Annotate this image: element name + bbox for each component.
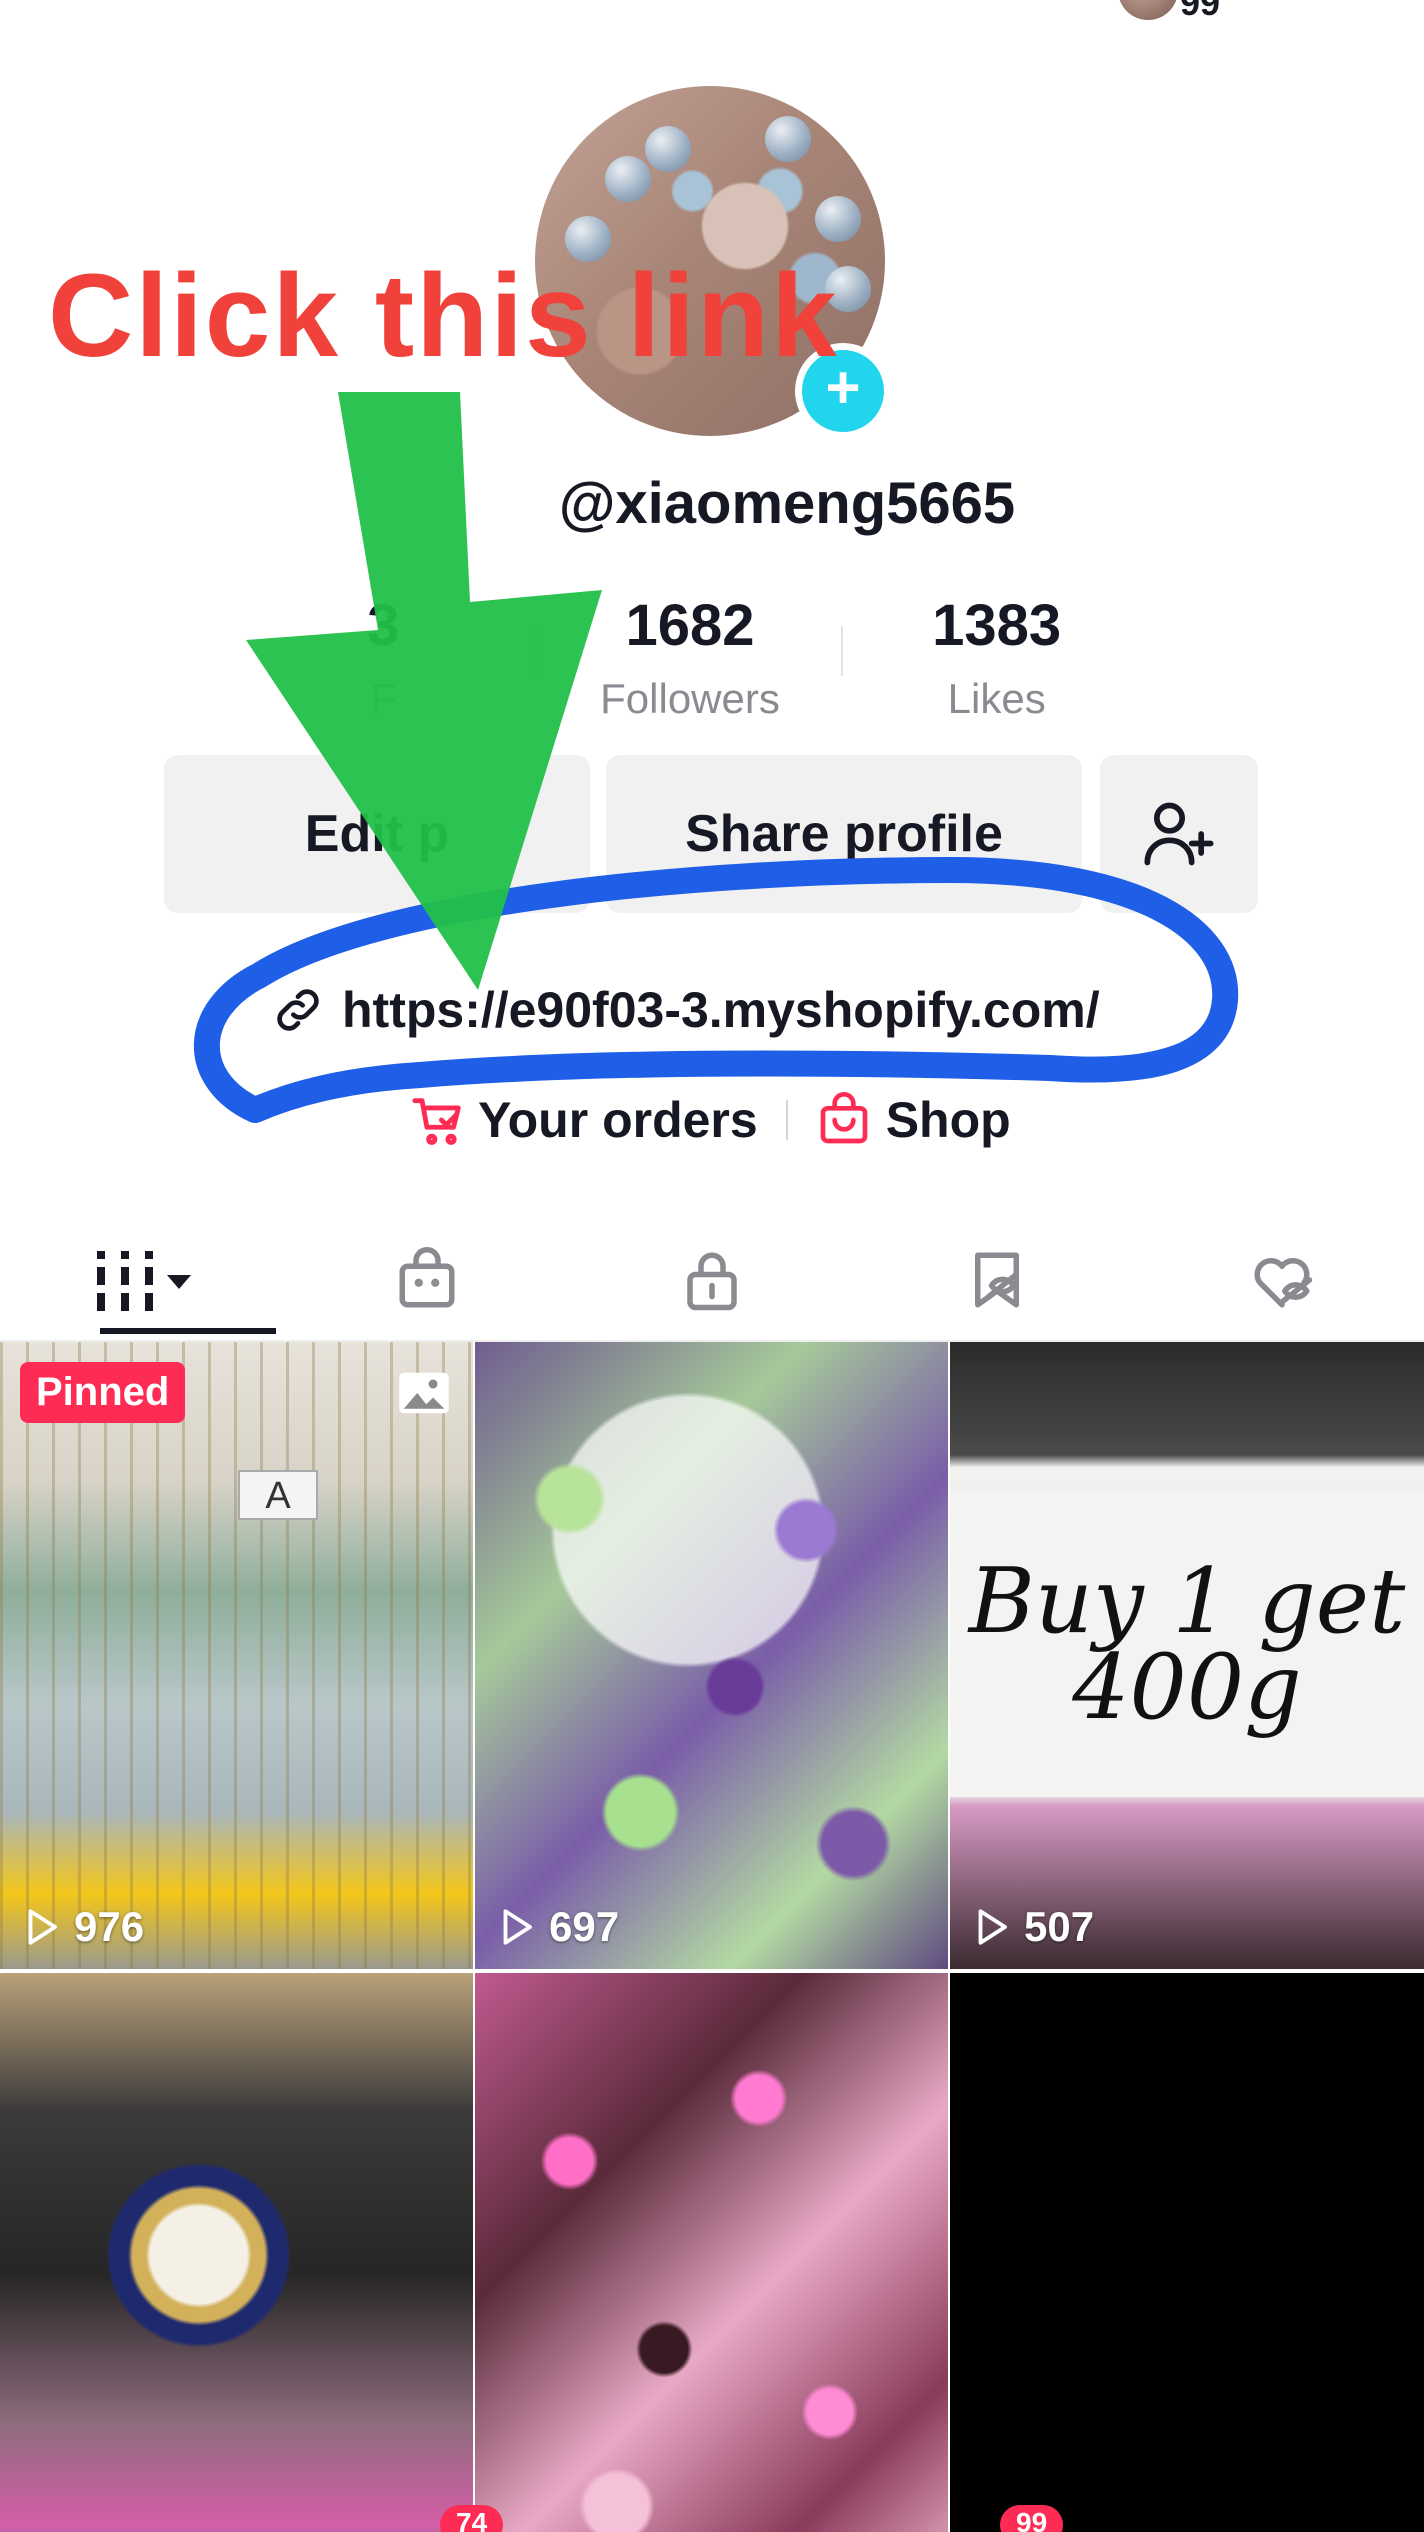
tab-saved[interactable] <box>854 1220 1139 1340</box>
profile-link[interactable]: https://e90f03-3.myshopify.com/ <box>270 975 1100 1045</box>
profile-stats: 3 F 1682 Followers 1383 Likes <box>230 592 1150 732</box>
active-tab-indicator <box>100 1328 276 1334</box>
play-icon <box>503 1909 532 1945</box>
view-count: 697 <box>495 1903 619 1951</box>
pinned-badge: Pinned <box>20 1362 186 1423</box>
shop-link[interactable]: Shop <box>816 1091 1011 1149</box>
link-icon <box>277 989 319 1031</box>
username: @xiaomeng5665 <box>558 471 1016 536</box>
video-thumbnail[interactable] <box>950 1973 1424 2532</box>
cart-icon <box>412 1098 461 1145</box>
content-tabs <box>0 1220 1424 1340</box>
link-text: https://e90f03-3.myshopify.com/ <box>342 982 1100 1038</box>
stat-value: 3 <box>367 593 400 658</box>
view-count-value: 507 <box>1024 1903 1095 1950</box>
share-profile-button[interactable]: Share profile <box>606 755 1082 913</box>
lock-icon <box>687 1252 737 1311</box>
top-badge: 99 <box>1180 0 1221 23</box>
video-thumbnail[interactable] <box>475 1973 948 2532</box>
bookmark-hidden-icon <box>974 1252 1019 1308</box>
shop-bag-icon <box>820 1092 868 1144</box>
orders-shop-row: Your orders Shop <box>410 1088 1011 1152</box>
grid-icon <box>97 1251 192 1311</box>
photo-icon <box>399 1372 449 1414</box>
top-avatar[interactable] <box>1118 0 1178 20</box>
stat-label: Followers <box>600 675 780 722</box>
stat-value: 1383 <box>932 593 1062 658</box>
stat-label: F <box>370 675 397 722</box>
play-icon <box>978 1909 1007 1945</box>
notification-badge: 99 <box>1000 2505 1064 2532</box>
play-icon <box>28 1909 57 1945</box>
view-count-value: 976 <box>74 1903 145 1950</box>
view-count-value: 697 <box>549 1903 620 1950</box>
thumbnail-sign-text: Buy 1 get 400g <box>950 1492 1424 1797</box>
menu-icon[interactable] <box>1286 0 1356 4</box>
tab-liked[interactable] <box>1139 1220 1424 1340</box>
stat-label: Likes <box>947 675 1046 722</box>
video-thumbnail[interactable]: Pinned A 976 <box>0 1342 473 1969</box>
stat-value: 1682 <box>625 593 755 658</box>
stat-following[interactable]: 3 F <box>230 592 537 732</box>
edit-profile-button[interactable]: Edit p <box>164 755 590 913</box>
view-count: 976 <box>20 1903 144 1951</box>
divider <box>785 1100 788 1140</box>
stat-followers[interactable]: 1682 Followers <box>537 592 844 732</box>
video-thumbnail[interactable]: 697 <box>475 1342 948 1969</box>
orders-link[interactable]: Your orders <box>410 1091 758 1149</box>
profile-page: 99 + @xiaomeng5665 3 F 1682 Followers 13… <box>0 0 1424 2532</box>
card-label: A <box>238 1470 318 1520</box>
shopping-bag-icon <box>399 1247 455 1308</box>
annotation-text: Click this link <box>48 250 839 382</box>
tab-private[interactable] <box>570 1220 855 1340</box>
stat-likes[interactable]: 1383 Likes <box>843 592 1150 732</box>
view-count: 507 <box>970 1903 1094 1951</box>
heart-hidden-icon <box>1254 1258 1312 1308</box>
tab-shop[interactable] <box>285 1220 570 1340</box>
video-grid: Pinned A 976 697 Buy 1 get 400g 507 <box>0 1342 1424 2532</box>
inbox-badge: 74 <box>440 2505 504 2532</box>
add-friend-button[interactable] <box>1100 755 1258 913</box>
add-user-icon <box>1144 802 1214 866</box>
video-thumbnail[interactable]: Buy 1 get 400g 507 <box>950 1342 1424 1969</box>
shop-label: Shop <box>885 1092 1011 1148</box>
orders-label: Your orders <box>478 1092 758 1148</box>
tab-videos[interactable] <box>0 1220 285 1340</box>
video-thumbnail[interactable] <box>0 1973 473 2532</box>
